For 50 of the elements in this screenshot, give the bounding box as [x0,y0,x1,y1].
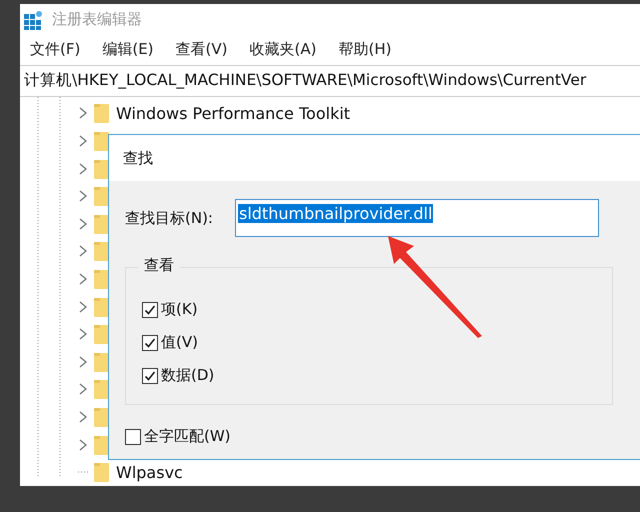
checkbox[interactable] [142,302,158,318]
chevron-icon[interactable] [78,162,88,175]
checkbox[interactable] [142,368,158,384]
chevron-icon[interactable] [78,300,88,313]
menu-item[interactable]: 收藏夹(A) [250,40,316,59]
folder-icon [94,407,110,428]
chevron-icon[interactable] [78,328,88,340]
checkbox-label: 数据(D) [161,366,214,385]
chevron-icon[interactable] [78,135,88,148]
folder-icon [94,296,110,317]
menu-item[interactable]: 文件(F) [30,40,80,59]
folder-icon [94,269,110,290]
chevron-icon[interactable] [78,438,88,451]
checkbox[interactable] [125,428,141,444]
app-icon [24,10,44,30]
checkbox[interactable] [142,334,158,350]
checkbox-label: 值(V) [161,333,198,352]
chevron-icon[interactable] [78,273,88,286]
folder-icon [94,186,110,206]
group-title: 查看 [138,256,180,275]
menu-item[interactable]: 编辑(E) [102,40,154,59]
folder-icon [94,324,110,344]
folder-icon [94,103,110,124]
folder-icon [94,379,110,400]
folder-icon [94,241,110,262]
chevron-icon[interactable] [78,356,88,368]
address-bar[interactable]: 计算机\HKEY_LOCAL_MACHINE\SOFTWARE\Microsoft\Windows\CurrentVer [20,65,640,97]
window-title: 注册表编辑器 [52,10,142,30]
checkbox-label: 全字匹配(W) [144,427,231,446]
chevron-icon[interactable] [78,411,88,424]
menu-item[interactable]: 帮助(H) [338,40,392,59]
chevron-icon[interactable] [78,383,88,396]
chevron-icon[interactable] [78,190,88,202]
folder-icon [94,462,110,482]
tree-item-label[interactable]: Wlpasvc [116,462,183,482]
menu-item[interactable]: 查看(V) [176,40,228,59]
chevron-icon[interactable] [78,107,88,120]
find-label: 查找目标(N): [125,208,213,228]
folder-icon [94,434,110,455]
folder-icon [94,214,110,234]
chevron-icon[interactable] [78,218,88,230]
find-input-field[interactable]: sldthumbnailprovider.dll [234,199,599,237]
folder-icon [94,158,110,179]
tree-item-label[interactable]: Windows Performance Toolkit [116,104,350,123]
folder-icon [94,131,110,152]
find-value: sldthumbnailprovider.dll [238,204,434,223]
folder-icon [94,352,110,372]
checkbox-label: 项(K) [161,300,198,319]
dialog-title: 查找 [109,135,640,181]
chevron-icon[interactable] [78,245,88,258]
